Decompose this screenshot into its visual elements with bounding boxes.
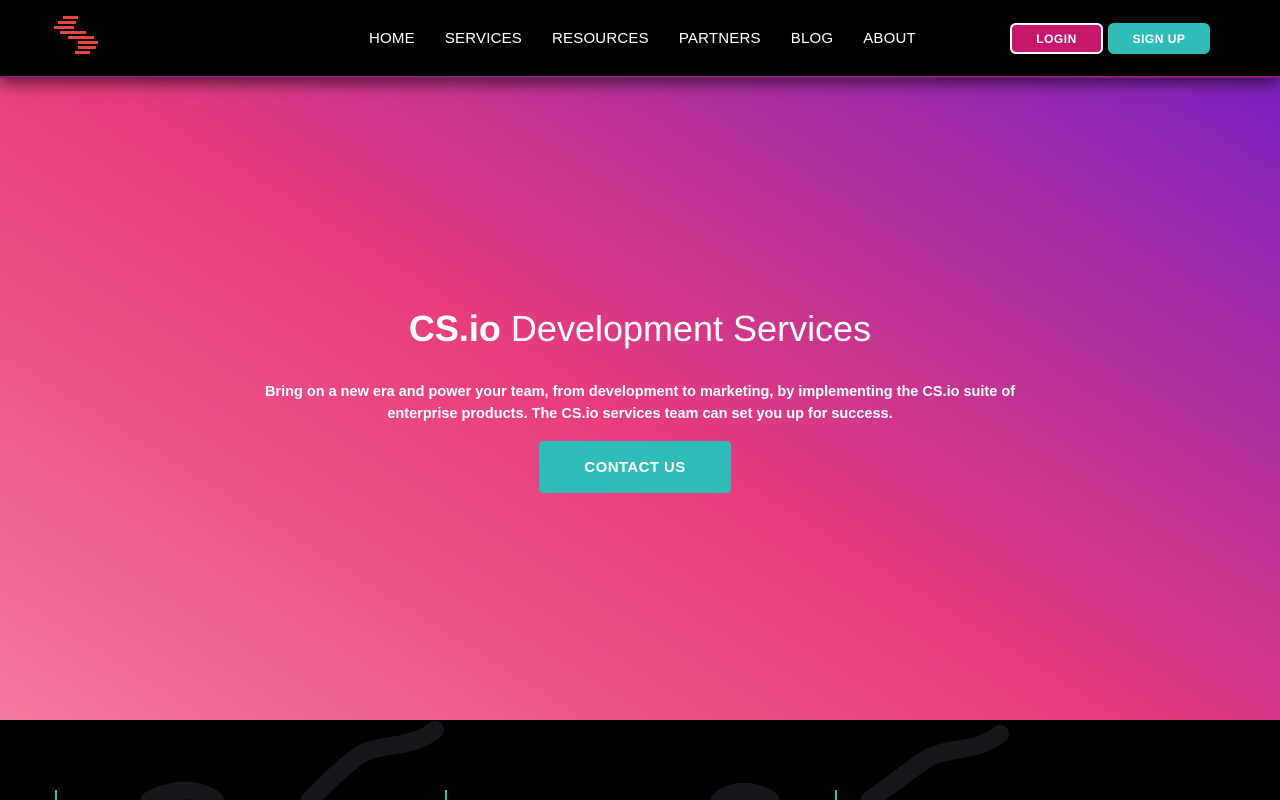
feature-divider-line bbox=[835, 790, 837, 800]
nav-home[interactable]: HOME bbox=[369, 30, 415, 47]
hero-section: CS.io Development Services Bring on a ne… bbox=[0, 78, 1280, 720]
main-nav: HOME SERVICES RESOURCES PARTNERS BLOG AB… bbox=[369, 0, 946, 76]
signup-button[interactable]: SIGN UP bbox=[1108, 23, 1210, 54]
contact-us-button[interactable]: CONTACT US bbox=[539, 441, 731, 493]
hero-title: CS.io Development Services bbox=[0, 308, 1280, 350]
top-navigation-bar: HOME SERVICES RESOURCES PARTNERS BLOG AB… bbox=[0, 0, 1280, 78]
hero-title-brand: CS.io bbox=[408, 308, 501, 349]
decorative-wave-shapes bbox=[141, 721, 1009, 800]
nav-partners[interactable]: PARTNERS bbox=[679, 30, 761, 47]
feature-divider-line bbox=[55, 790, 57, 800]
feature-divider-line bbox=[445, 790, 447, 800]
login-button[interactable]: LOGIN bbox=[1010, 23, 1103, 54]
nav-resources[interactable]: RESOURCES bbox=[552, 30, 649, 47]
hero-title-rest: Development Services bbox=[500, 308, 872, 349]
nav-services[interactable]: SERVICES bbox=[445, 30, 522, 47]
cs-logo-icon[interactable] bbox=[54, 16, 100, 54]
lower-section bbox=[0, 720, 1280, 800]
hero-description: Bring on a new era and power your team, … bbox=[264, 384, 1016, 422]
nav-blog[interactable]: BLOG bbox=[791, 30, 833, 47]
nav-about[interactable]: ABOUT bbox=[863, 30, 916, 47]
